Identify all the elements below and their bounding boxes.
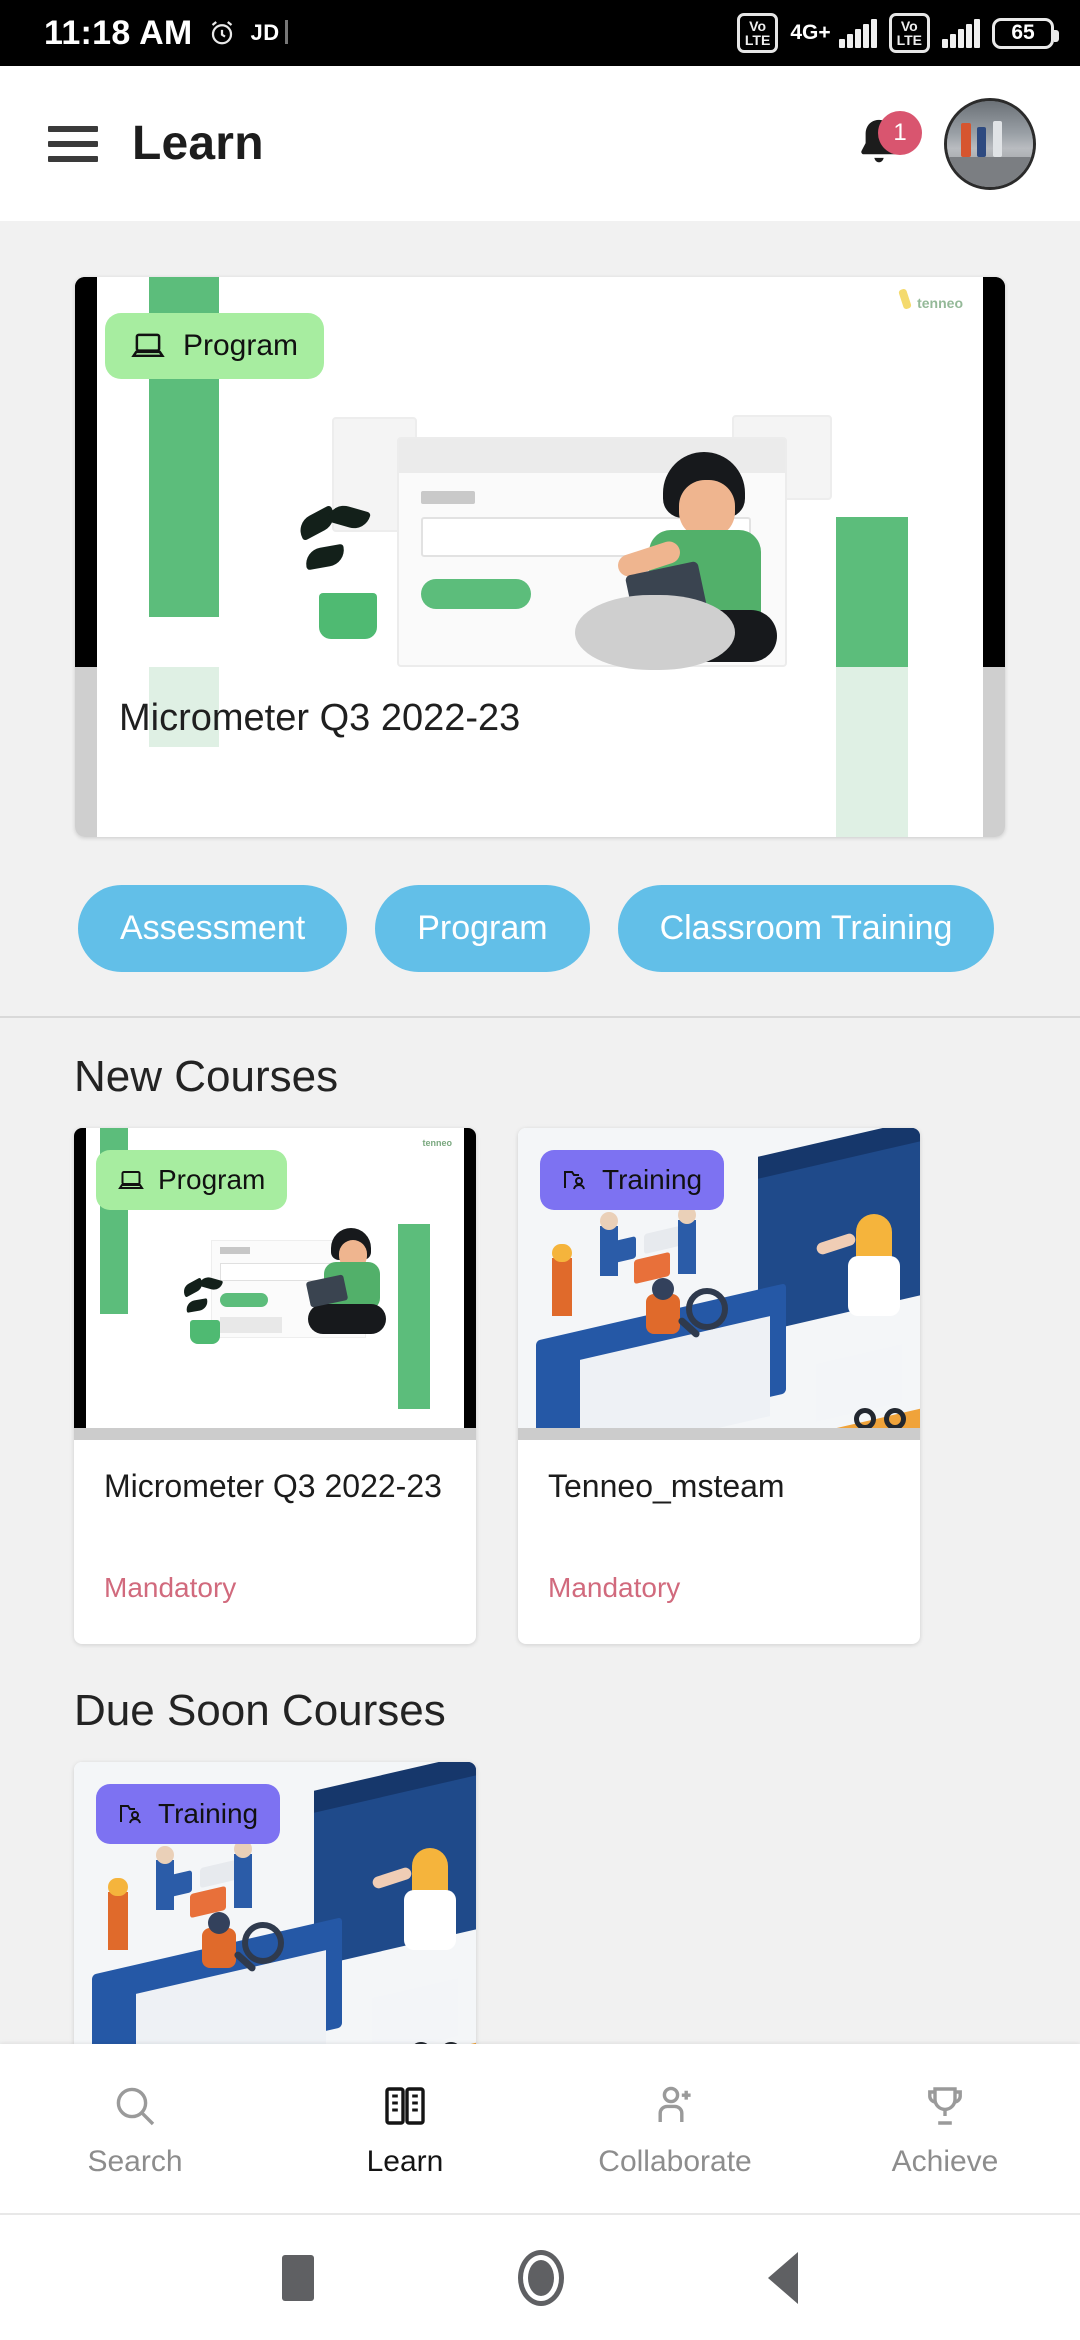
course-badge-label: Training (602, 1164, 703, 1195)
course-thumbnail: Training (518, 1128, 920, 1428)
person-add-icon (648, 2079, 702, 2133)
chip-program[interactable]: Program (375, 885, 590, 972)
section-title-new-courses: New Courses (74, 1052, 339, 1101)
status-time: 11:18 AM (44, 13, 193, 52)
course-type-badge: Training (96, 1784, 281, 1844)
hero-course-card[interactable]: tenneo Program Micrometer Q3 2022-23 (75, 277, 1005, 837)
android-navigation-bar (0, 2215, 1080, 2340)
course-tag: Mandatory (548, 1572, 681, 1603)
home-circle-icon[interactable] (518, 2249, 564, 2306)
nav-item-collaborate[interactable]: Collaborate (540, 2079, 810, 2179)
course-thumbnail: tenneo Program (74, 1128, 476, 1428)
course-card[interactable]: Training Tenneo_msteam Mandatory (518, 1128, 920, 1644)
alarm-icon (211, 21, 232, 45)
course-badge-label: Training (158, 1798, 259, 1829)
section-due-soon-courses: Due Soon Courses Training (0, 1644, 1080, 2044)
brand-watermark: tenneo (917, 295, 963, 311)
status-bar: 11:18 AM JD Vo LTE 4G+ Vo LTE 65 (0, 0, 1080, 66)
course-thumbnail: Training (74, 1762, 476, 2044)
hero-badge-label: Program (183, 329, 299, 362)
new-courses-card-row[interactable]: tenneo Program Micrometer Q3 2022-23 Man… (74, 1128, 1006, 1644)
due-soon-card-row[interactable]: Training (74, 1762, 1006, 2044)
network-type-label: 4G+ (790, 21, 831, 44)
signal-bars-sim1-icon (838, 18, 877, 48)
section-title-due-soon-courses: Due Soon Courses (74, 1686, 446, 1735)
status-app-tag: JD (251, 20, 288, 46)
signal-bars-sim2-icon (942, 18, 980, 48)
notification-badge: 1 (878, 110, 922, 155)
status-bar-right: Vo LTE 4G+ Vo LTE 65 (736, 13, 1059, 53)
page-title: Learn (132, 117, 264, 170)
course-type-badge: Training (540, 1150, 725, 1210)
hero-course-title: Micrometer Q3 2022-23 (119, 697, 521, 739)
app-bar-left: Learn (48, 116, 264, 171)
nav-item-search[interactable]: Search (0, 2079, 270, 2179)
folder-person-icon (564, 1171, 585, 1190)
course-title: Tenneo_msteam (548, 1468, 785, 1504)
main-scroll-area[interactable]: tenneo Program Micrometer Q3 2022-23 Ass… (0, 221, 1080, 2044)
trophy-icon (918, 2079, 972, 2133)
folder-person-icon (120, 1805, 141, 1824)
app-bar-right: 1 (852, 97, 1036, 190)
course-card[interactable]: Training (74, 1762, 476, 2044)
nav-item-learn[interactable]: Learn (270, 2079, 540, 2179)
chip-classroom-training[interactable]: Classroom Training (617, 885, 995, 972)
brand-watermark: tenneo (422, 1138, 452, 1148)
nav-label: Achieve (891, 2144, 999, 2178)
phone-screen: 11:18 AM JD Vo LTE 4G+ Vo LTE 65 Learn 1… (0, 0, 1080, 2340)
course-title: Micrometer Q3 2022-23 (104, 1468, 442, 1504)
battery-icon: 65 (992, 17, 1059, 49)
status-bar-left: 11:18 AM JD (44, 14, 288, 53)
course-card-body: Micrometer Q3 2022-23 Mandatory (74, 1440, 476, 1644)
notifications-button[interactable]: 1 (852, 110, 922, 173)
recents-square-icon[interactable] (282, 2254, 314, 2301)
open-book-icon (378, 2079, 432, 2133)
course-card-body: Tenneo_msteam Mandatory (518, 1440, 920, 1644)
section-new-courses: New Courses tenneo Program Micrometer Q3… (0, 1018, 1080, 1644)
nav-label: Search (87, 2144, 183, 2178)
bottom-navigation: Search Learn Collaborate Achieve (0, 2044, 1080, 2215)
laptop-icon (131, 333, 165, 358)
nav-label: Collaborate (598, 2144, 752, 2178)
app-bar: Learn 1 (0, 66, 1080, 221)
volte-sim1-icon: Vo LTE (736, 13, 779, 53)
search-icon (108, 2079, 162, 2133)
back-triangle-icon[interactable] (768, 2251, 798, 2304)
avatar[interactable] (944, 97, 1036, 190)
course-badge-label: Program (158, 1164, 266, 1195)
hero-type-badge: Program (105, 313, 325, 379)
thumbnail-strip (518, 1428, 920, 1440)
volte-sim2-icon: Vo LTE (888, 13, 930, 53)
course-tag: Mandatory (104, 1572, 237, 1603)
nav-label: Learn (366, 2144, 444, 2178)
filter-chips[interactable]: Assessment Program Classroom Training (0, 873, 1080, 1016)
nav-item-achieve[interactable]: Achieve (810, 2079, 1080, 2179)
chip-assessment[interactable]: Assessment (78, 885, 348, 972)
course-type-badge: Program (96, 1150, 288, 1210)
thumbnail-strip (74, 1428, 476, 1440)
hero-carousel[interactable]: tenneo Program Micrometer Q3 2022-23 (0, 221, 1080, 873)
course-card[interactable]: tenneo Program Micrometer Q3 2022-23 Man… (74, 1128, 476, 1644)
hamburger-menu-icon[interactable] (48, 125, 98, 162)
laptop-icon (118, 1170, 144, 1189)
